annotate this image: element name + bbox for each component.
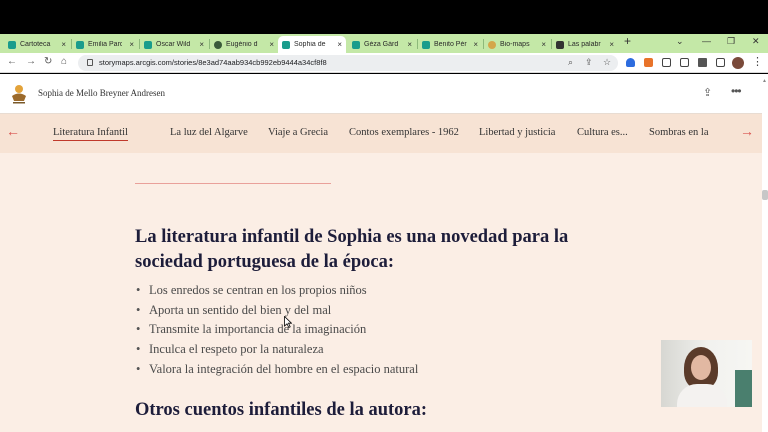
screen-top-bar <box>0 0 768 34</box>
tab-close-icon[interactable]: × <box>199 40 204 49</box>
forward-arrow-icon[interactable]: → <box>26 56 36 67</box>
tab-label: Las palabr <box>568 41 601 48</box>
side-panel-icon[interactable] <box>716 58 725 67</box>
browser-tab[interactable]: Las palabr × <box>552 36 618 53</box>
extension-icon[interactable] <box>680 58 689 67</box>
list-item: Valora la integración del hombre en el e… <box>136 360 418 380</box>
story-page: Sophia de Mello Breyner Andresen ⇪ ••• ←… <box>0 74 762 432</box>
page-scrollbar[interactable] <box>762 74 768 432</box>
extension-icon[interactable] <box>626 58 635 67</box>
home-icon[interactable]: ⌂ <box>61 56 67 67</box>
tab-favicon-icon <box>352 40 360 49</box>
bookmark-star-icon[interactable]: ☆ <box>603 57 611 68</box>
lock-icon <box>87 59 93 66</box>
browser-tab[interactable]: Benito Pér × <box>418 36 482 53</box>
tab-favicon-icon <box>422 40 430 49</box>
browser-tab[interactable]: Cartoteca × <box>4 36 70 53</box>
tab-close-icon[interactable]: × <box>541 40 546 49</box>
tab-close-icon[interactable]: × <box>129 40 134 49</box>
tab-label: Benito Pér <box>434 41 467 48</box>
scroll-up-arrow-icon[interactable]: ▲ <box>762 78 767 84</box>
extensions-puzzle-icon[interactable] <box>698 58 707 67</box>
list-item: Los enredos se centran en los propios ni… <box>136 281 418 301</box>
tab-close-icon[interactable]: × <box>609 40 614 49</box>
section-heading-2: Otros cuentos infantiles de la autora: <box>135 400 428 420</box>
zoom-icon[interactable]: ⌕ <box>568 57 573 68</box>
scrollbar-thumb[interactable] <box>762 190 768 200</box>
nav-item-libertad-justicia[interactable]: Libertad y justicia <box>479 127 555 138</box>
profile-avatar[interactable] <box>732 57 744 69</box>
tab-close-icon[interactable]: × <box>407 40 412 49</box>
tab-close-icon[interactable]: × <box>269 40 274 49</box>
restore-icon[interactable]: ❐ <box>727 36 735 47</box>
browser-tab-active[interactable]: Sophia de × <box>278 36 346 53</box>
tab-close-icon[interactable]: × <box>337 40 342 49</box>
browser-tab-strip: Cartoteca × Emilia Pard × Óscar Wild × E… <box>0 34 768 53</box>
window-close-icon[interactable]: ✕ <box>752 36 760 47</box>
mouse-cursor-icon <box>284 316 292 328</box>
browser-tab[interactable]: Óscar Wild × <box>140 36 208 53</box>
share-page-icon[interactable]: ⇪ <box>585 57 593 68</box>
tab-favicon-icon <box>76 40 84 49</box>
nav-next-arrow-icon[interactable]: → <box>740 123 754 139</box>
tab-favicon-icon <box>488 40 496 49</box>
list-item: Transmite la importancia de la imaginaci… <box>136 320 418 340</box>
story-header: Sophia de Mello Breyner Andresen ⇪ ••• <box>0 74 762 114</box>
new-tab-plus-icon[interactable]: + <box>624 34 631 48</box>
back-arrow-icon[interactable]: ← <box>7 56 17 67</box>
section-divider <box>135 183 331 184</box>
tab-favicon-icon <box>282 40 290 49</box>
tab-favicon-icon <box>556 40 564 49</box>
tab-search-chevron-icon[interactable]: ⌄ <box>676 36 684 47</box>
tab-close-icon[interactable]: × <box>473 40 478 49</box>
tab-label: Emilia Pard <box>88 41 122 48</box>
extension-icon[interactable] <box>644 58 653 67</box>
url-text: storymaps.arcgis.com/stories/8e3ad74aab9… <box>99 58 327 67</box>
tab-label: Géza Gárdo <box>364 41 398 48</box>
tab-label: Cartoteca <box>20 41 51 48</box>
section-heading: La literatura infantil de Sophia es una … <box>135 227 569 272</box>
address-bar[interactable]: storymaps.arcgis.com/stories/8e3ad74aab9… <box>78 55 618 71</box>
reload-icon[interactable]: ↻ <box>44 56 52 67</box>
tab-label: Óscar Wild <box>156 41 190 48</box>
nav-item-viaje-grecia[interactable]: Viaje a Grecia <box>268 127 328 138</box>
share-icon[interactable]: ⇪ <box>703 86 712 99</box>
story-navigation: ← Literatura Infantil La luz del Algarve… <box>0 114 762 153</box>
webcam-overlay <box>661 340 752 407</box>
browser-tab[interactable]: Eugénio d × <box>210 36 278 53</box>
browser-tab[interactable]: Bio-maps × <box>484 36 550 53</box>
nav-item-contos-exemplares[interactable]: Contos exemplares - 1962 <box>349 127 459 138</box>
minimize-icon[interactable]: — <box>702 36 711 46</box>
tab-close-icon[interactable]: × <box>61 40 66 49</box>
tab-favicon-icon <box>8 40 16 49</box>
more-options-icon[interactable]: ••• <box>731 84 742 98</box>
browser-menu-icon[interactable]: ⋮ <box>752 55 763 68</box>
list-item: Aporta un sentido del bien y del mal <box>136 301 418 321</box>
nav-item-luz-algarve[interactable]: La luz del Algarve <box>170 127 248 138</box>
tab-label: Sophia de <box>294 41 326 48</box>
browser-tab[interactable]: Emilia Pard × <box>72 36 138 53</box>
nav-item-literatura-infantil[interactable]: Literatura Infantil <box>53 127 128 141</box>
nav-item-sombras[interactable]: Sombras en la <box>649 127 709 138</box>
extension-icon[interactable] <box>662 58 671 67</box>
tab-label: Eugénio d <box>226 41 258 48</box>
site-title: Sophia de Mello Breyner Andresen <box>38 88 165 98</box>
bullet-list: Los enredos se centran en los propios ni… <box>136 281 418 380</box>
nav-item-cultura[interactable]: Cultura es... <box>577 127 628 138</box>
list-item: Inculca el respeto por la naturaleza <box>136 340 418 360</box>
site-logo-icon <box>12 85 26 104</box>
tab-label: Bio-maps <box>500 41 530 48</box>
nav-prev-arrow-icon[interactable]: ← <box>6 123 20 139</box>
browser-tab[interactable]: Géza Gárdo × <box>348 36 416 53</box>
tab-favicon-icon <box>144 40 152 49</box>
tab-favicon-icon <box>214 40 222 49</box>
